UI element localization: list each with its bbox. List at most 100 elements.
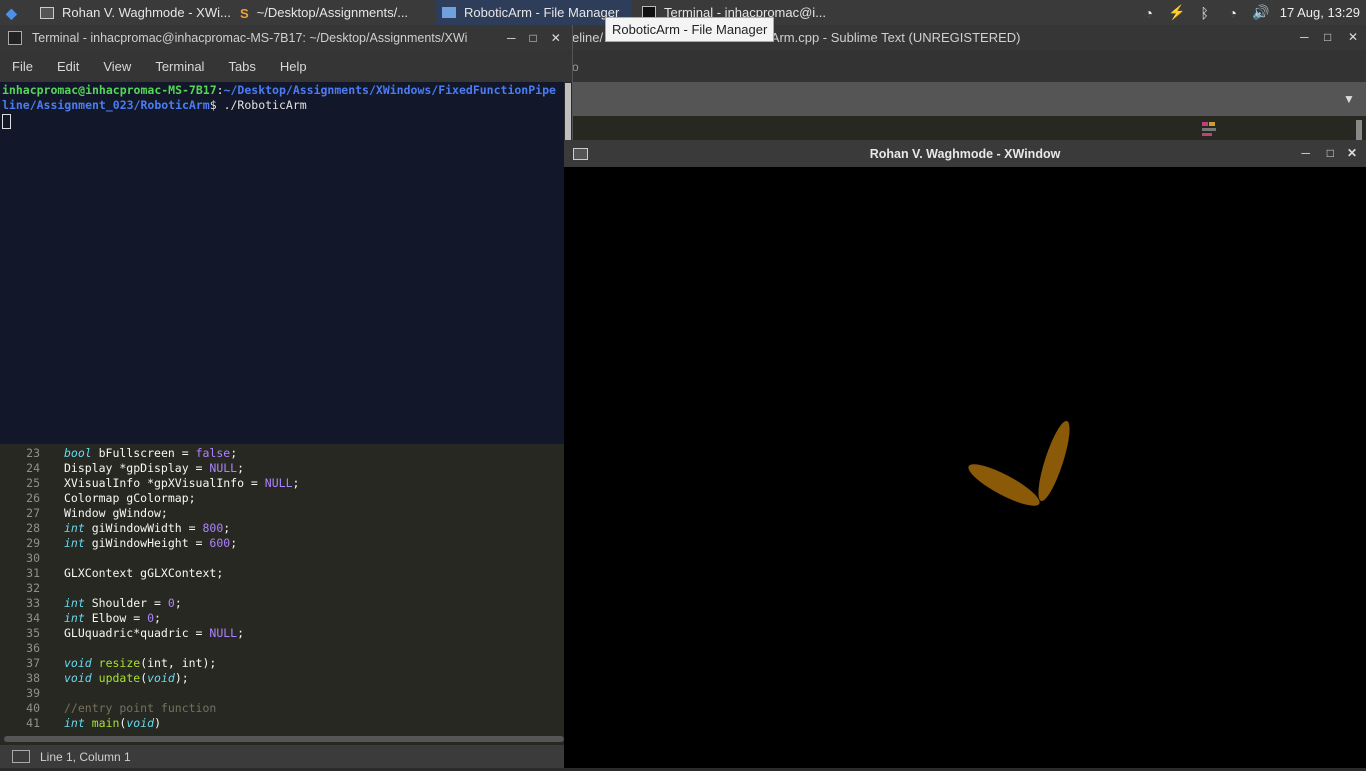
code-token: Colormap gColormap; xyxy=(64,491,196,505)
code-line: 36 xyxy=(0,641,64,656)
task-xwindow[interactable]: Rohan V. Waghmode - XWi... xyxy=(32,0,232,25)
terminal-menubar: File Edit View Terminal Tabs Help xyxy=(0,50,572,82)
terminal-close-button[interactable]: ✕ xyxy=(551,31,561,45)
line-number: 30 xyxy=(26,551,40,565)
code-line: 30 xyxy=(0,551,64,566)
sublime-close-button[interactable]: ✕ xyxy=(1348,30,1358,44)
code-token: main xyxy=(91,716,120,730)
line-number: 23 xyxy=(26,446,40,460)
menu-view[interactable]: View xyxy=(103,59,131,74)
menu-terminal[interactable]: Terminal xyxy=(155,59,204,74)
clock[interactable]: 17 Aug, 13:29 xyxy=(1280,5,1360,20)
network-icon[interactable]: ◔ xyxy=(1224,4,1242,22)
bluetooth-icon[interactable]: ᛒ xyxy=(1196,4,1214,22)
code-token: giWindowWidth = xyxy=(84,521,203,535)
menu-tabs[interactable]: Tabs xyxy=(228,59,255,74)
code-line: 28 int giWindowWidth = 800; xyxy=(0,521,230,536)
code-token: ; xyxy=(223,521,231,535)
line-number: 25 xyxy=(26,476,40,490)
code-token: (int, int); xyxy=(140,656,217,670)
power-icon[interactable]: ⚡ xyxy=(1168,4,1186,22)
code-token: resize xyxy=(98,656,141,670)
code-token: ; xyxy=(237,461,245,475)
code-token: NULL xyxy=(209,461,238,475)
task-sublime[interactable]: S ~/Desktop/Assignments/... xyxy=(234,0,434,25)
line-number: 39 xyxy=(26,686,40,700)
terminal-window[interactable]: Terminal - inhacpromac@inhacpromac-MS-7B… xyxy=(0,25,573,444)
terminal-maximize-button[interactable]: □ xyxy=(530,31,537,45)
terminal-minimize-button[interactable]: ─ xyxy=(507,31,516,45)
panel-icon[interactable] xyxy=(12,750,30,763)
code-token: 0 xyxy=(167,596,175,610)
code-token: NULL xyxy=(209,626,238,640)
elbow-segment xyxy=(1038,420,1070,502)
line-number: 40 xyxy=(26,701,40,715)
tab-dropdown-icon[interactable]: ▼ xyxy=(1343,92,1355,106)
code-token: Elbow = xyxy=(84,611,148,625)
xwindow[interactable]: Rohan V. Waghmode - XWindow ─ □ ✕ xyxy=(564,140,1366,768)
app-menu-icon[interactable]: ◆ xyxy=(6,5,22,21)
code-line: 33 int Shoulder = 0; xyxy=(0,596,182,611)
minimap[interactable] xyxy=(1200,118,1222,140)
window-icon xyxy=(573,148,588,160)
terminal-title: Terminal - inhacpromac@inhacpromac-MS-7B… xyxy=(32,30,468,45)
task-label: RoboticArm - File Manager xyxy=(464,5,620,20)
code-token: ); xyxy=(174,671,189,685)
window-icon xyxy=(40,6,54,19)
shoulder-segment xyxy=(968,464,1040,506)
prompt-colon: : xyxy=(216,83,224,97)
code-line: 41 int main(void) xyxy=(0,716,161,731)
code-token: ; xyxy=(292,476,300,490)
code-line: 27 Window gWindow; xyxy=(0,506,168,521)
task-label: Rohan V. Waghmode - XWi... xyxy=(62,5,231,20)
code-token: void xyxy=(64,656,92,670)
volume-icon[interactable]: 🔊 xyxy=(1252,4,1270,22)
menu-file[interactable]: File xyxy=(12,59,33,74)
code-token: update xyxy=(98,671,141,685)
code-token: int xyxy=(64,521,85,535)
task-label: ~/Desktop/Assignments/... xyxy=(256,5,409,20)
menu-edit[interactable]: Edit xyxy=(57,59,79,74)
terminal-output[interactable]: inhacpromac@inhacpromac-MS-7B17:~/Deskto… xyxy=(0,82,564,444)
sublime-maximize-button[interactable]: □ xyxy=(1324,30,1331,44)
sublime-menu-fragment: o xyxy=(572,60,579,74)
terminal-titlebar[interactable]: Terminal - inhacpromac@inhacpromac-MS-7B… xyxy=(0,25,572,50)
code-token: int xyxy=(64,611,85,625)
code-token: bFullscreen = xyxy=(91,446,196,460)
code-editor[interactable]: 23 bool bFullscreen = false; 24 Display *gp… xyxy=(0,444,564,740)
prompt-user: inhacpromac@inhacpromac-MS-7B17 xyxy=(2,83,217,97)
xwindow-title: Rohan V. Waghmode - XWindow xyxy=(869,146,1061,161)
tooltip: RoboticArm - File Manager xyxy=(605,17,775,42)
sublime-icon: S xyxy=(240,5,249,21)
xwindow-close-button[interactable]: ✕ xyxy=(1347,146,1357,160)
line-number: 24 xyxy=(26,461,40,475)
code-token: void xyxy=(147,671,175,685)
code-token: int xyxy=(64,536,85,550)
line-number: 35 xyxy=(26,626,40,640)
horizontal-scrollbar[interactable] xyxy=(4,736,564,742)
line-number: 34 xyxy=(26,611,40,625)
code-token: ; xyxy=(237,626,245,640)
task-file-manager[interactable]: RoboticArm - File Manager xyxy=(436,0,632,25)
code-token: giWindowHeight = xyxy=(84,536,210,550)
code-token: ; xyxy=(174,596,182,610)
sublime-minimize-button[interactable]: ─ xyxy=(1300,30,1309,44)
code-token: void xyxy=(126,716,155,730)
opengl-canvas[interactable] xyxy=(564,167,1366,768)
xwindow-minimize-button[interactable]: ─ xyxy=(1301,146,1310,160)
folder-icon xyxy=(442,7,456,18)
xwindow-titlebar[interactable]: Rohan V. Waghmode - XWindow ─ □ ✕ xyxy=(564,140,1366,167)
code-token: ) xyxy=(154,716,161,730)
menu-help[interactable]: Help xyxy=(280,59,307,74)
line-number: 31 xyxy=(26,566,40,580)
code-token: int xyxy=(64,596,85,610)
code-token: GLUquadric*quadric = xyxy=(64,626,210,640)
code-line: 29 int giWindowHeight = 600; xyxy=(0,536,237,551)
line-number: 41 xyxy=(26,716,40,730)
wifi-icon[interactable]: ◔ xyxy=(1140,4,1158,22)
code-line: 40 //entry point function xyxy=(0,701,216,716)
sublime-vertical-scrollbar[interactable] xyxy=(1356,120,1362,140)
xwindow-maximize-button[interactable]: □ xyxy=(1327,146,1334,160)
prompt-path-cont: line/Assignment_023/RoboticArm xyxy=(2,98,210,112)
